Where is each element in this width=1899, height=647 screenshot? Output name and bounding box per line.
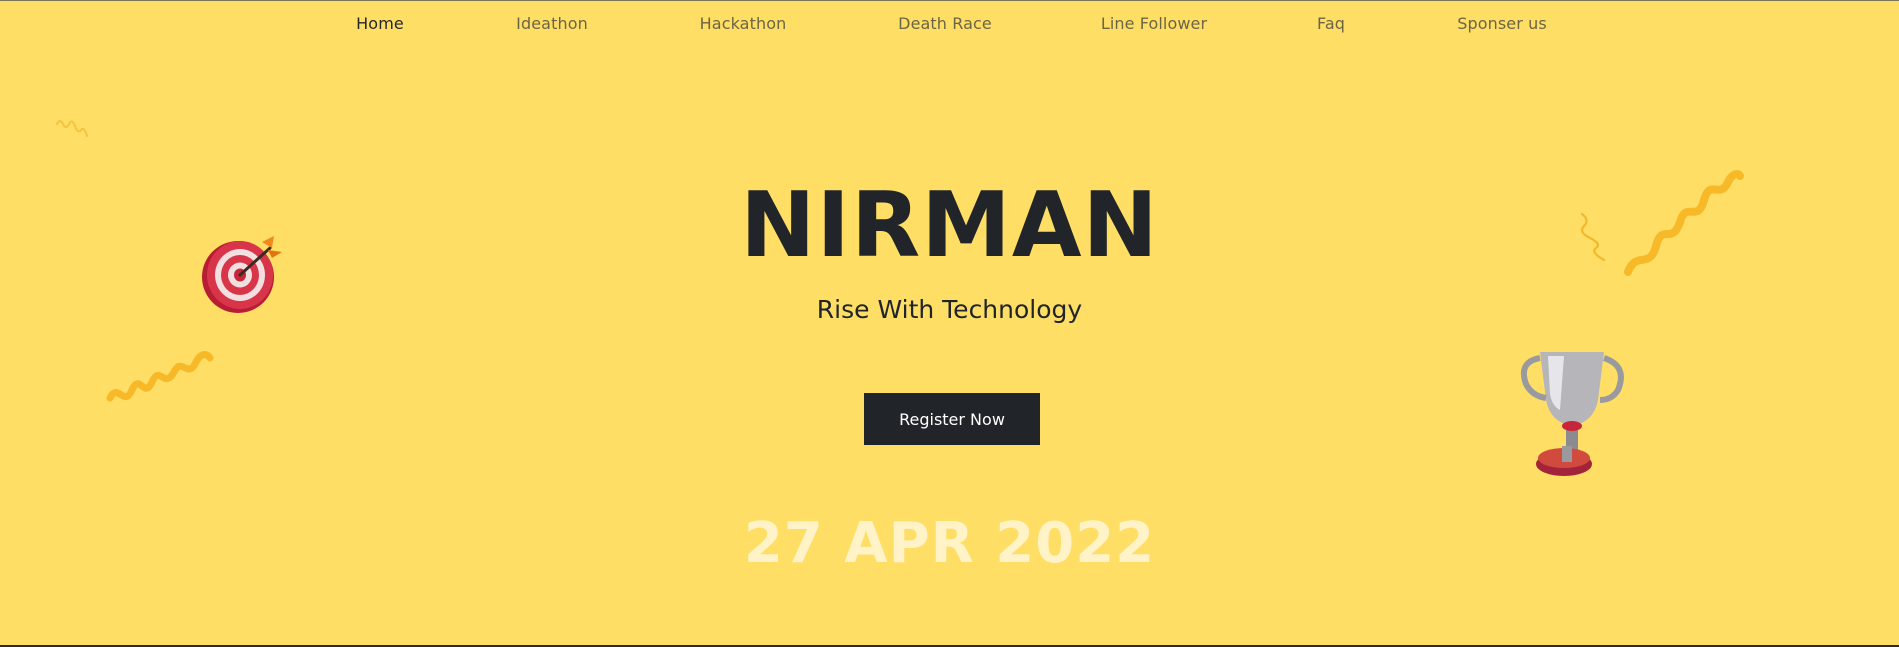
event-date: 27 APR 2022 [743, 511, 1156, 576]
register-now-button[interactable]: Register Now [864, 393, 1040, 445]
page: Home Ideathon Hackathon Death Race Line … [0, 0, 1899, 647]
nav-item-death-race[interactable]: Death Race [898, 14, 992, 33]
nav-item-sponser-us[interactable]: Sponser us [1457, 14, 1547, 33]
top-divider [0, 0, 1899, 1]
main-nav: Home Ideathon Hackathon Death Race Line … [0, 14, 1899, 42]
nav-item-line-follower[interactable]: Line Follower [1101, 14, 1207, 33]
trophy-icon [1520, 352, 1624, 476]
nav-item-home[interactable]: Home [356, 14, 404, 33]
nav-item-hackathon[interactable]: Hackathon [700, 14, 787, 33]
squiggle-icon [106, 351, 214, 402]
squiggle-icon [55, 119, 89, 138]
hero-title: NIRMAN [740, 173, 1159, 278]
hero-subtitle: Rise With Technology [816, 295, 1083, 324]
nav-item-ideathon[interactable]: Ideathon [516, 14, 588, 33]
nav-item-faq[interactable]: Faq [1317, 14, 1345, 33]
